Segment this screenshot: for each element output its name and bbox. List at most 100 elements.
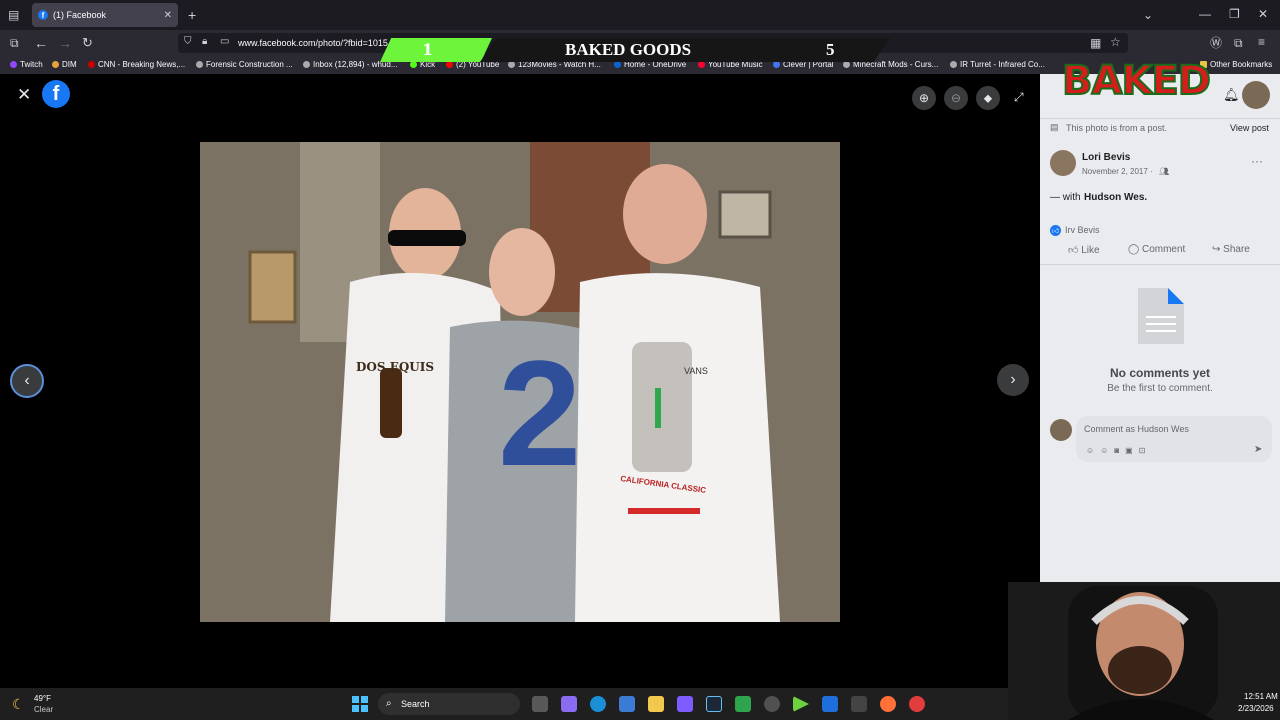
post-date[interactable]: November 2, 2017 ·: [1082, 167, 1153, 176]
bookmark-dim[interactable]: DIM: [52, 60, 77, 69]
share-label: Share: [1223, 244, 1250, 255]
comment-label: Comment: [1141, 244, 1186, 255]
account-avatar[interactable]: [1242, 81, 1270, 109]
clock-time[interactable]: 12:51 AM: [1244, 692, 1278, 701]
share-button[interactable]: ↪ Share: [1212, 244, 1250, 255]
comment-tools-icons[interactable]: ☺☺◙▣⊡: [1086, 446, 1151, 455]
settings-gear-icon[interactable]: [764, 696, 780, 712]
search-icon: ⌕: [386, 698, 392, 709]
taskbar-search[interactable]: ⌕ Search: [378, 693, 520, 715]
photo-notice: This photo is from a post.: [1066, 123, 1168, 133]
weather-moon-icon[interactable]: ☾: [12, 696, 25, 713]
score-right: 5: [826, 40, 835, 59]
window-restore-icon[interactable]: ❐: [1229, 8, 1240, 20]
account-icon[interactable]: Ⓦ: [1210, 37, 1222, 49]
facebook-logo-icon[interactable]: f: [42, 80, 70, 108]
media-play-icon[interactable]: [793, 696, 809, 712]
shirt-brand: VANS: [684, 366, 708, 376]
shield-icon[interactable]: ⛉: [184, 37, 192, 47]
score-left: 1: [422, 40, 434, 59]
tab-overview-icon[interactable]: ▤: [8, 9, 19, 21]
firefox-icon[interactable]: [880, 696, 896, 712]
audience-friends-icon: 👥︎: [1159, 167, 1170, 176]
comment-input-placeholder[interactable]: Comment as Hudson Wes: [1084, 424, 1189, 434]
tag-icon[interactable]: ⬥: [976, 86, 1000, 110]
author-avatar[interactable]: [1050, 150, 1076, 176]
zoom-in-icon[interactable]: ⊕: [912, 86, 936, 110]
no-comments-subtitle: Be the first to comment.: [1107, 383, 1213, 394]
window-close-icon[interactable]: ✕: [1258, 8, 1268, 20]
copilot-icon[interactable]: [561, 696, 577, 712]
new-tab-icon[interactable]: +: [188, 8, 196, 22]
browser-tab-bar: ▤ f (1) Facebook ✕ + ⌄ — ❐ ✕: [0, 0, 1280, 30]
clock-date[interactable]: 2/23/2026: [1238, 704, 1274, 713]
task-view-icon[interactable]: [532, 696, 548, 712]
baked-stream-logo: BAKED: [1061, 57, 1212, 105]
fullscreen-icon[interactable]: ⤢: [1014, 91, 1024, 103]
commenter-avatar: [1050, 419, 1072, 441]
stream-score-overlay: 1 BAKED GOODS 5: [380, 38, 890, 62]
reload-icon[interactable]: ↻: [82, 36, 93, 49]
like-label: Like: [1081, 245, 1100, 256]
start-windows-icon[interactable]: [352, 696, 368, 712]
previous-photo-icon[interactable]: ‹: [10, 364, 44, 398]
recorder-icon[interactable]: [909, 696, 925, 712]
no-comments-title: No comments yet: [1109, 366, 1211, 380]
zoom-out-icon[interactable]: ⊖: [944, 86, 968, 110]
more-options-icon[interactable]: ···: [1251, 154, 1263, 168]
bookmark-ir-turret[interactable]: IR Turret - Infrared Co...: [950, 60, 1045, 69]
back-icon[interactable]: ←: [34, 36, 48, 50]
next-photo-icon[interactable]: ›: [997, 364, 1029, 396]
lock-icon[interactable]: 🔒︎: [202, 37, 207, 47]
tab-facebook[interactable]: f (1) Facebook ✕: [32, 3, 178, 27]
facebook-favicon-icon: f: [38, 10, 48, 20]
webcam-illustration: [1008, 582, 1280, 720]
tab-list-chevron-icon[interactable]: ⌄: [1143, 9, 1153, 21]
photo-notice-icon: ▤: [1050, 122, 1059, 132]
comment-box[interactable]: Comment as Hudson Wes ☺☺◙▣⊡ ➤: [1076, 416, 1272, 462]
file-explorer-icon[interactable]: [648, 696, 664, 712]
url-text: www.facebook.com/photo/?fbid=1015: [238, 38, 388, 48]
menu-icon[interactable]: ≡: [1258, 36, 1265, 48]
photo-viewer: ✕ f ⊕ ⊖ ⬥ ⤢ ‹ › DOS EQUIS 2 VANS CALIFOR…: [0, 74, 1040, 688]
app-icon[interactable]: [851, 696, 867, 712]
xbox-icon[interactable]: [735, 696, 751, 712]
post-photo[interactable]: DOS EQUIS 2 VANS CALIFORNIA CLASSIC: [200, 142, 840, 622]
search-label: Search: [401, 699, 430, 709]
forward-icon[interactable]: →: [58, 36, 72, 50]
permissions-icon[interactable]: ▭: [220, 37, 229, 47]
like-reaction-icon: 👍︎: [1050, 225, 1061, 236]
window-minimize-icon[interactable]: —: [1199, 8, 1211, 20]
tagged-person[interactable]: Hudson Wes.: [1084, 192, 1147, 203]
extensions-icon[interactable]: ⧉: [1234, 37, 1243, 49]
bookmark-cnn[interactable]: CNN - Breaking News,...: [88, 60, 185, 69]
bookmark-forensic[interactable]: Forensic Construction ...: [196, 60, 293, 69]
author-name[interactable]: Lori Bevis: [1082, 152, 1130, 163]
sidebar-divider: [1040, 118, 1280, 119]
actions-divider: [1040, 264, 1280, 265]
close-viewer-icon[interactable]: ✕: [17, 86, 31, 103]
photos-icon[interactable]: [822, 696, 838, 712]
bookmark-star-icon[interactable]: ☆: [1110, 36, 1121, 48]
shirt-number: 2: [498, 329, 582, 497]
score-title: BAKED GOODS: [565, 40, 692, 59]
edge-icon[interactable]: [590, 696, 606, 712]
tab-close-icon[interactable]: ✕: [164, 10, 172, 21]
weather-condition[interactable]: Clear: [34, 705, 53, 714]
store-icon[interactable]: [619, 696, 635, 712]
steam-icon[interactable]: [706, 696, 722, 712]
send-comment-icon[interactable]: ➤: [1254, 444, 1262, 455]
weather-temp[interactable]: 49°F: [34, 694, 51, 703]
notifications-bell-icon[interactable]: 🔔︎: [1223, 88, 1240, 101]
comment-button[interactable]: ◯ Comment: [1128, 244, 1185, 255]
like-button[interactable]: 👍︎ Like: [1068, 244, 1100, 256]
reader-view-icon[interactable]: ▦: [1090, 37, 1101, 49]
view-post-link[interactable]: View post: [1230, 123, 1269, 133]
bookmark-twitch[interactable]: Twitch: [10, 60, 43, 69]
reaction-name[interactable]: Irv Bevis: [1065, 225, 1100, 235]
sidebar-toggle-icon[interactable]: ⧉: [10, 37, 19, 49]
tab-title: (1) Facebook: [53, 10, 107, 20]
discord-icon[interactable]: [677, 696, 693, 712]
no-comments-document-icon: [1138, 288, 1184, 344]
bookmark-other[interactable]: Other Bookmarks: [1200, 60, 1272, 69]
